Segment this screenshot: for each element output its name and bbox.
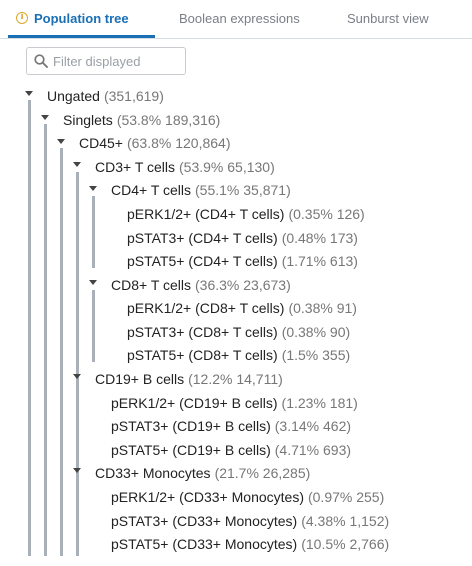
node-label: pSTAT5+ (CD33+ Monocytes) (111, 536, 298, 552)
node-label: CD8+ T cells (111, 277, 192, 293)
node-stat: (4.38% 1,152) (301, 513, 390, 529)
tree-node-pstat5-cd8[interactable]: pSTAT5+ (CD8+ T cells) (1.5% 355) (127, 346, 350, 364)
tree-node-singlets[interactable]: Singlets (53.8% 189,316) (63, 111, 220, 129)
chevron-down-icon[interactable] (41, 115, 49, 120)
node-label: CD19+ B cells (95, 371, 185, 387)
node-label: CD45+ (79, 135, 123, 151)
tree-node-cd45[interactable]: CD45+ (63.8% 120,864) (79, 134, 231, 152)
chevron-down-icon[interactable] (89, 186, 97, 191)
tree-node-pstat5-cd4[interactable]: pSTAT5+ (CD4+ T cells) (1.71% 613) (127, 252, 358, 270)
node-stat: (12.2% 14,711) (188, 371, 283, 387)
tab-bar: i Population tree Boolean expressions Su… (0, 0, 472, 39)
node-label: CD4+ T cells (111, 182, 192, 198)
tree-guide-line (76, 172, 79, 556)
node-stat: (53.9% 65,130) (179, 159, 275, 175)
tree-node-perk-cd4[interactable]: pERK1/2+ (CD4+ T cells) (0.35% 126) (127, 205, 365, 223)
node-stat: (0.38% 91) (288, 300, 357, 316)
node-stat: (3.14% 462) (274, 418, 352, 434)
node-stat: (0.97% 255) (307, 489, 385, 505)
node-stat: (351,619) (103, 88, 164, 104)
active-tab-indicator (8, 35, 155, 38)
tree-node-pstat3-cd8[interactable]: pSTAT3+ (CD8+ T cells) (0.38% 90) (127, 323, 350, 341)
node-label: pERK1/2+ (CD33+ Monocytes) (111, 489, 304, 505)
node-stat: (4.71% 693) (274, 442, 352, 458)
node-stat: (0.48% 173) (281, 230, 358, 246)
filter-input[interactable] (53, 52, 181, 70)
tree-node-ungated[interactable]: Ungated (351,619) (47, 87, 164, 105)
tree-node-pstat5-cd33[interactable]: pSTAT5+ (CD33+ Monocytes) (10.5% 2,766) (111, 535, 389, 553)
node-label: pERK1/2+ (CD19+ B cells) (111, 395, 278, 411)
tree-node-pstat5-cd19[interactable]: pSTAT5+ (CD19+ B cells) (4.71% 693) (111, 441, 351, 459)
tree-node-cd8-t-cells[interactable]: CD8+ T cells (36.3% 23,673) (111, 276, 291, 294)
tree-node-perk-cd19[interactable]: pERK1/2+ (CD19+ B cells) (1.23% 181) (111, 394, 358, 412)
tree-guide-line (60, 148, 63, 556)
node-label: pSTAT3+ (CD8+ T cells) (127, 324, 278, 340)
tree-guide-line (92, 290, 95, 362)
node-stat: (0.35% 126) (288, 206, 365, 222)
filter-box (26, 47, 186, 75)
chevron-down-icon[interactable] (89, 280, 97, 285)
node-stat: (53.8% 189,316) (116, 112, 221, 128)
node-label: Ungated (47, 88, 100, 104)
tree-guide-line (44, 124, 47, 556)
node-label: pSTAT3+ (CD33+ Monocytes) (111, 513, 298, 529)
node-stat: (21.7% 26,285) (214, 465, 311, 481)
tree-node-pstat3-cd19[interactable]: pSTAT3+ (CD19+ B cells) (3.14% 462) (111, 417, 351, 435)
node-stat: (0.38% 90) (281, 324, 351, 340)
node-label: CD3+ T cells (95, 159, 176, 175)
chevron-down-icon[interactable] (25, 91, 33, 96)
node-label: pSTAT5+ (CD19+ B cells) (111, 442, 271, 458)
tab-boolean-expressions[interactable]: Boolean expressions (179, 11, 300, 26)
node-stat: (55.1% 35,871) (195, 182, 291, 198)
node-stat: (1.5% 355) (281, 347, 351, 363)
node-label: Singlets (63, 112, 113, 128)
tree-node-cd4-t-cells[interactable]: CD4+ T cells (55.1% 35,871) (111, 181, 291, 199)
chevron-down-icon[interactable] (57, 139, 65, 144)
tree-node-pstat3-cd33[interactable]: pSTAT3+ (CD33+ Monocytes) (4.38% 1,152) (111, 512, 389, 530)
tree-guide-line (28, 100, 31, 556)
node-stat: (36.3% 23,673) (195, 277, 291, 293)
tree-node-cd3-t-cells[interactable]: CD3+ T cells (53.9% 65,130) (95, 158, 275, 176)
node-label: pSTAT3+ (CD4+ T cells) (127, 230, 278, 246)
tree-node-perk-cd8[interactable]: pERK1/2+ (CD8+ T cells) (0.38% 91) (127, 299, 357, 317)
node-label: pERK1/2+ (CD8+ T cells) (127, 300, 285, 316)
tree-node-cd33-monocytes[interactable]: CD33+ Monocytes (21.7% 26,285) (95, 464, 310, 482)
node-stat: (1.23% 181) (281, 395, 358, 411)
node-label: pSTAT3+ (CD19+ B cells) (111, 418, 271, 434)
chevron-down-icon[interactable] (73, 468, 81, 473)
tree-guide-line (92, 196, 95, 268)
tree-node-perk-cd33[interactable]: pERK1/2+ (CD33+ Monocytes) (0.97% 255) (111, 488, 384, 506)
node-stat: (10.5% 2,766) (301, 536, 390, 552)
chevron-down-icon[interactable] (73, 162, 81, 167)
node-stat: (63.8% 120,864) (126, 135, 231, 151)
tab-population-tree[interactable]: Population tree (34, 11, 129, 26)
node-label: pSTAT5+ (CD8+ T cells) (127, 347, 278, 363)
info-icon: i (16, 12, 28, 24)
tab-sunburst-view[interactable]: Sunburst view (347, 11, 429, 26)
node-label: pERK1/2+ (CD4+ T cells) (127, 206, 285, 222)
node-label: CD33+ Monocytes (95, 465, 211, 481)
tree-node-cd19-b-cells[interactable]: CD19+ B cells (12.2% 14,711) (95, 370, 283, 388)
node-label: pSTAT5+ (CD4+ T cells) (127, 253, 278, 269)
search-icon (34, 54, 48, 68)
tree-node-pstat3-cd4[interactable]: pSTAT3+ (CD4+ T cells) (0.48% 173) (127, 229, 358, 247)
node-stat: (1.71% 613) (281, 253, 358, 269)
chevron-down-icon[interactable] (73, 374, 81, 379)
